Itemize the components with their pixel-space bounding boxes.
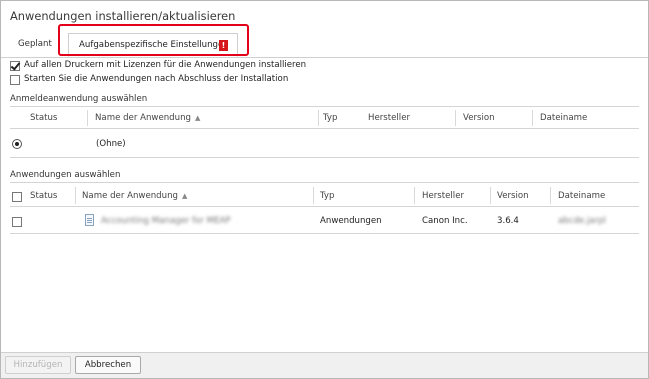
col-status[interactable]: Status bbox=[30, 191, 57, 201]
login-app-bottom-divider bbox=[10, 157, 639, 158]
app-hersteller: Canon Inc. bbox=[422, 216, 468, 226]
app-row-checkbox[interactable] bbox=[12, 217, 22, 227]
apps-section-label: Anwendungen auswählen bbox=[10, 170, 121, 180]
col-separator bbox=[318, 110, 319, 126]
login-app-divider bbox=[10, 106, 639, 107]
dialog-footer: Hinzufügen Abbrechen bbox=[1, 352, 648, 378]
apps-bottom-divider bbox=[10, 233, 639, 234]
col-hersteller[interactable]: Hersteller bbox=[422, 191, 464, 201]
tab-bar-divider bbox=[1, 57, 648, 58]
sort-asc-icon: ▲ bbox=[181, 192, 188, 200]
ohne-radio[interactable] bbox=[12, 139, 22, 149]
col-name[interactable]: Name der Anwendung ▲ bbox=[95, 113, 200, 123]
add-button[interactable]: Hinzufügen bbox=[5, 356, 71, 374]
file-icon bbox=[85, 214, 94, 226]
col-separator bbox=[455, 110, 456, 126]
col-typ[interactable]: Typ bbox=[323, 113, 337, 123]
select-all-checkbox[interactable] bbox=[12, 192, 22, 202]
highlight-box bbox=[58, 24, 249, 56]
apps-divider bbox=[10, 182, 639, 183]
app-version: 3.6.4 bbox=[497, 216, 519, 226]
col-dateiname[interactable]: Dateiname bbox=[558, 191, 605, 201]
dialog-title: Anwendungen installieren/aktualisieren bbox=[10, 9, 236, 23]
login-app-section-label: Anmeldeanwendung auswählen bbox=[10, 94, 148, 104]
col-separator bbox=[550, 187, 551, 204]
login-app-header-divider bbox=[10, 128, 639, 129]
col-name[interactable]: Name der Anwendung ▲ bbox=[82, 191, 187, 201]
apps-header-divider bbox=[10, 206, 639, 207]
cancel-button[interactable]: Abbrechen bbox=[75, 356, 141, 374]
col-status[interactable]: Status bbox=[30, 113, 57, 123]
install-all-label: Auf allen Druckern mit Lizenzen für die … bbox=[24, 60, 307, 70]
col-dateiname[interactable]: Dateiname bbox=[540, 113, 587, 123]
col-separator bbox=[87, 110, 88, 126]
col-hersteller[interactable]: Hersteller bbox=[368, 113, 410, 123]
app-name: Accounting Manager for MEAP bbox=[101, 216, 231, 226]
install-all-checkbox[interactable] bbox=[10, 61, 20, 71]
start-after-label: Starten Sie die Anwendungen nach Abschlu… bbox=[24, 74, 289, 84]
col-separator bbox=[313, 187, 314, 204]
col-separator bbox=[532, 110, 533, 126]
tab-geplant[interactable]: Geplant bbox=[18, 33, 52, 57]
col-version[interactable]: Version bbox=[463, 113, 495, 123]
sort-asc-icon: ▲ bbox=[194, 114, 201, 122]
login-app-name: (Ohne) bbox=[96, 139, 126, 149]
col-separator bbox=[75, 187, 76, 204]
col-separator bbox=[490, 187, 491, 204]
radio-selected-dot bbox=[15, 142, 19, 146]
col-version[interactable]: Version bbox=[497, 191, 529, 201]
app-typ: Anwendungen bbox=[320, 216, 382, 226]
app-dateiname: abcde.jarpl bbox=[558, 216, 606, 226]
col-typ[interactable]: Typ bbox=[320, 191, 334, 201]
col-separator bbox=[414, 187, 415, 204]
start-after-checkbox[interactable] bbox=[10, 75, 20, 85]
